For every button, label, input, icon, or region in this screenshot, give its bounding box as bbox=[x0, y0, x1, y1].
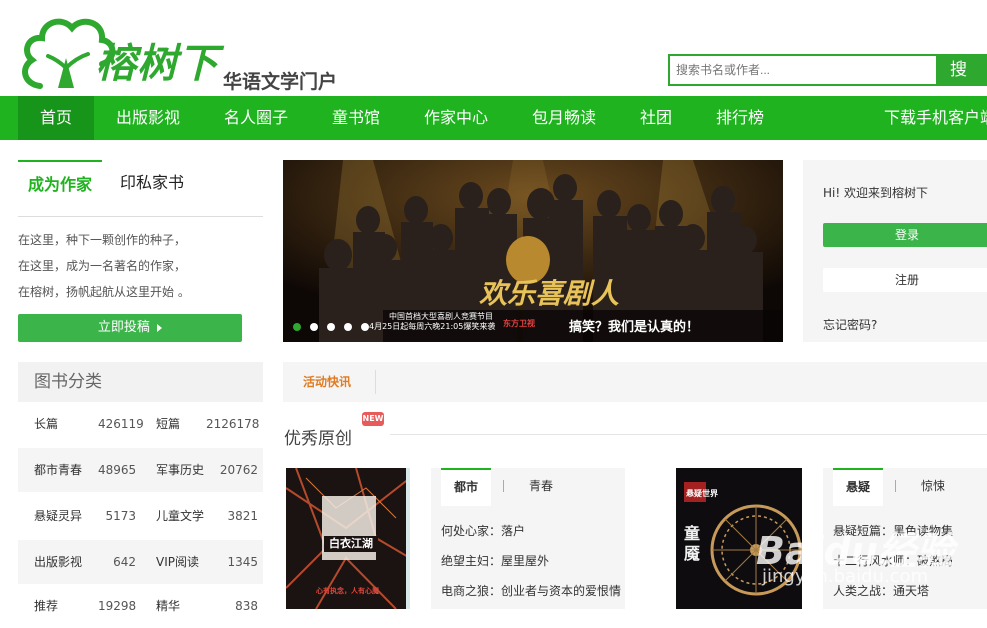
genre-tabs-urban: 都市 青春 何处心家：落户 绝望主妇：屋里屋外 电商之狼：创业者与资本的爱恨情 bbox=[431, 468, 625, 609]
tab-thriller[interactable]: 惊悚 bbox=[921, 468, 945, 504]
category-row: 都市青春 48965 军事历史 20762 bbox=[18, 448, 263, 492]
intro-line: 在这里，成为一名著名的作家， bbox=[18, 259, 187, 273]
caret-right-icon bbox=[157, 323, 163, 332]
category-link[interactable]: 军事历史 bbox=[156, 448, 204, 492]
nav-item-monthly[interactable]: 包月畅读 bbox=[532, 96, 596, 140]
tab-urban[interactable]: 都市 bbox=[441, 468, 491, 506]
logo-subtitle: 华语文学门户 bbox=[223, 71, 338, 93]
site-header: 榕树下 华语文学门户 搜 索 bbox=[0, 0, 987, 112]
category-link[interactable]: 长篇 bbox=[34, 402, 58, 446]
login-button[interactable]: 登录 bbox=[823, 223, 987, 247]
rec-category: 电商之狼： bbox=[441, 584, 502, 598]
carousel-dot[interactable] bbox=[327, 323, 335, 331]
carousel-dot[interactable] bbox=[293, 323, 301, 331]
recommend-item[interactable]: 何处心家：落户 bbox=[441, 522, 525, 539]
category-count: 426119 bbox=[98, 417, 144, 431]
tab-private-print[interactable]: 印私家书 bbox=[120, 160, 184, 205]
promo-banner[interactable]: 欢乐喜剧人 中国首档大型喜剧人竞赛节目 4月25日起每周六晚21:05爆笑来袭 … bbox=[283, 160, 783, 342]
category-row: 出版影视 642 VIP阅读 1345 bbox=[18, 540, 263, 584]
recommend-item[interactable]: 绝望主妇：屋里屋外 bbox=[441, 552, 549, 569]
forgot-password-link[interactable]: 忘记密码? bbox=[823, 316, 877, 333]
category-count: 3821 bbox=[227, 509, 258, 523]
site-logo[interactable]: 榕树下 华语文学门户 bbox=[18, 8, 348, 94]
publisher-mark: 悬疑世界 bbox=[686, 489, 718, 498]
carousel-dot[interactable] bbox=[310, 323, 318, 331]
category-link[interactable]: 推荐 bbox=[34, 584, 58, 628]
rec-title: 落户 bbox=[501, 524, 526, 538]
nav-item-kids[interactable]: 童书馆 bbox=[332, 96, 380, 140]
category-link[interactable]: 出版影视 bbox=[34, 540, 82, 584]
logo-title: 榕树下 bbox=[96, 40, 219, 87]
category-row: 推荐 19298 精华 838 bbox=[18, 584, 263, 628]
category-row: 悬疑灵异 5173 儿童文学 3821 bbox=[18, 494, 263, 538]
register-button[interactable]: 注册 bbox=[823, 268, 987, 292]
category-count: 48965 bbox=[98, 463, 137, 477]
book-categories: 图书分类 长篇 426119 短篇 2126178 都市青春 48965 军事历… bbox=[18, 362, 263, 613]
rec-category: 绝望主妇： bbox=[441, 554, 502, 568]
category-count: 1345 bbox=[227, 555, 258, 569]
banner-caption: 4月25日起每周六晚21:05爆笑来袭 bbox=[369, 322, 496, 331]
category-count: 19298 bbox=[98, 599, 137, 613]
divider bbox=[895, 480, 896, 492]
category-link[interactable]: VIP阅读 bbox=[156, 540, 199, 584]
category-link[interactable]: 精华 bbox=[156, 584, 180, 628]
show-title: 欢乐喜剧人 bbox=[479, 277, 620, 310]
intro-line: 在榕树，扬帆起航从这里开始 。 bbox=[18, 285, 190, 299]
carousel-dot[interactable] bbox=[361, 323, 369, 331]
rec-title: 创业者与资本的爱恨情 bbox=[501, 584, 622, 598]
search-box bbox=[668, 54, 942, 86]
category-count: 2126178 bbox=[206, 417, 260, 431]
intro-line: 在这里，种下一颗创作的种子， bbox=[18, 233, 187, 247]
rec-category: 何处心家： bbox=[441, 524, 502, 538]
category-count: 642 bbox=[113, 555, 136, 569]
main-nav: 首页 出版影视 名人圈子 童书馆 作家中心 包月畅读 社团 排行榜 下载手机客户… bbox=[0, 96, 987, 140]
tab-become-writer[interactable]: 成为作家 bbox=[18, 160, 102, 207]
book-cover[interactable]: 白衣江湖 心有执念，人有心魔 bbox=[286, 468, 410, 609]
nav-item-home[interactable]: 首页 bbox=[18, 96, 94, 140]
category-link[interactable]: 短篇 bbox=[156, 402, 180, 446]
carousel-dot[interactable] bbox=[344, 323, 352, 331]
nav-item-clubs[interactable]: 社团 bbox=[640, 96, 672, 140]
login-panel: Hi! 欢迎来到榕树下 登录 注册 忘记密码? bbox=[803, 160, 987, 342]
nav-item-rankings[interactable]: 排行榜 bbox=[716, 96, 764, 140]
book-title: 白衣江湖 bbox=[324, 536, 378, 552]
search-input[interactable] bbox=[670, 56, 942, 84]
book-tagline: 心有执念，人有心魔 bbox=[316, 587, 379, 595]
activity-bar: 活动快讯 bbox=[283, 362, 987, 402]
activity-news-tab[interactable]: 活动快讯 bbox=[303, 362, 351, 402]
divider bbox=[375, 370, 376, 394]
section-title: 优秀原创 bbox=[284, 429, 352, 449]
submit-manuscript-button[interactable]: 立即投稿 bbox=[18, 314, 242, 342]
category-count: 5173 bbox=[105, 509, 136, 523]
nav-item-publishing[interactable]: 出版影视 bbox=[116, 96, 180, 140]
submit-label: 立即投稿 bbox=[97, 320, 150, 335]
banner-image bbox=[283, 160, 783, 342]
watermark-url: jingyan.baidu.com bbox=[762, 566, 929, 587]
section-divider bbox=[390, 434, 987, 435]
book-title: 童魇 bbox=[684, 524, 701, 563]
welcome-text: Hi! 欢迎来到榕树下 bbox=[823, 186, 928, 200]
divider bbox=[503, 480, 504, 492]
category-row: 长篇 426119 短篇 2126178 bbox=[18, 402, 263, 446]
category-link[interactable]: 悬疑灵异 bbox=[34, 494, 82, 538]
nav-item-writer-center[interactable]: 作家中心 bbox=[424, 96, 488, 140]
nav-item-celebrities[interactable]: 名人圈子 bbox=[224, 96, 288, 140]
recommend-item[interactable]: 电商之狼：创业者与资本的爱恨情 bbox=[441, 582, 621, 599]
author-tabs: 成为作家 印私家书 bbox=[18, 160, 263, 217]
new-badge: NEW bbox=[362, 412, 384, 426]
category-link[interactable]: 儿童文学 bbox=[156, 494, 204, 538]
tab-youth[interactable]: 青春 bbox=[529, 468, 553, 504]
tab-suspense[interactable]: 悬疑 bbox=[833, 468, 883, 506]
category-count: 20762 bbox=[219, 463, 258, 477]
category-count: 838 bbox=[235, 599, 258, 613]
banner-slogan: 搞笑？我们是认真的！ bbox=[569, 320, 700, 335]
rec-title: 屋里屋外 bbox=[501, 554, 550, 568]
search-button[interactable]: 搜 索 bbox=[938, 54, 987, 112]
channel-logo: 东方卫视 bbox=[503, 319, 535, 328]
nav-item-download-app[interactable]: 下载手机客户端 bbox=[884, 96, 987, 140]
categories-title: 图书分类 bbox=[18, 362, 263, 402]
category-link[interactable]: 都市青春 bbox=[34, 448, 82, 492]
